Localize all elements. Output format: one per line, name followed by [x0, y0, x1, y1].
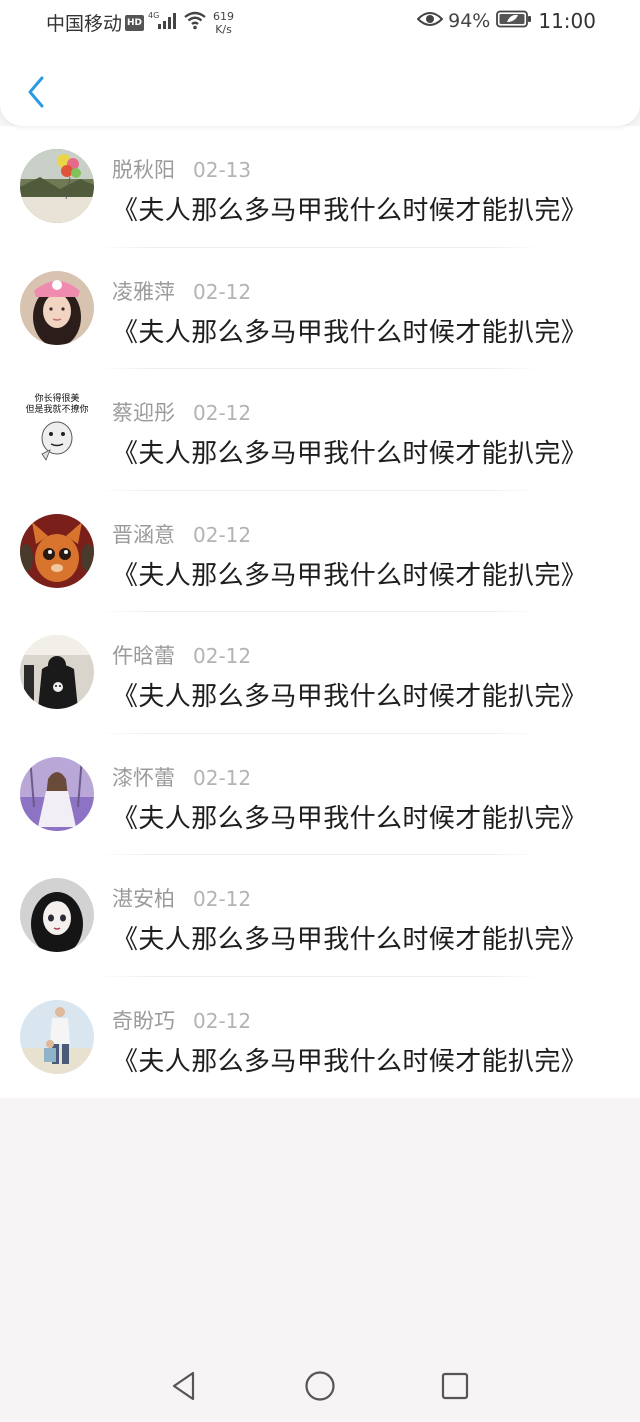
- hd-icon: HD: [125, 14, 145, 31]
- back-triangle-icon: [172, 1371, 195, 1401]
- avatar-caption-line-1: 你长得很美: [34, 392, 79, 404]
- username[interactable]: 凌雅萍: [112, 276, 175, 306]
- speed-unit: K/s: [215, 22, 232, 36]
- avatar[interactable]: [20, 149, 94, 223]
- avatar-caption-line-2: 但是我就不撩你: [25, 403, 88, 415]
- list-item[interactable]: 湛安柏 02-12 《夫人那么多马甲我什么时候才能扒完》: [0, 855, 640, 977]
- system-nav-bar: [0, 1350, 640, 1422]
- avatar[interactable]: [20, 756, 94, 831]
- clock: 11:00: [538, 9, 596, 33]
- battery-percent: 94%: [448, 10, 491, 32]
- nav-home-button[interactable]: [302, 1368, 338, 1404]
- comment-date: 02-13: [193, 158, 252, 182]
- list-item[interactable]: 脱秋阳 02-13 《夫人那么多马甲我什么时候才能扒完》: [0, 126, 640, 248]
- comment-date: 02-12: [193, 522, 252, 547]
- app-header: [0, 44, 640, 126]
- comment-date: 02-12: [193, 887, 252, 911]
- comment-date: 02-12: [193, 279, 252, 304]
- avatar[interactable]: [20, 270, 94, 345]
- comment-list: 脱秋阳 02-13 《夫人那么多马甲我什么时候才能扒完》 凌雅萍 02-12 《…: [0, 126, 640, 1098]
- comment-text[interactable]: 《夫人那么多马甲我什么时候才能扒完》: [112, 190, 587, 227]
- comment-text[interactable]: 《夫人那么多马甲我什么时候才能扒完》: [112, 798, 587, 835]
- chevron-left-icon: [28, 76, 44, 108]
- signal-icon: 4G: [148, 10, 178, 35]
- comment-date: 02-12: [193, 401, 252, 425]
- nav-recents-button[interactable]: [437, 1368, 473, 1404]
- nav-back-button[interactable]: [166, 1368, 202, 1404]
- comment-text[interactable]: 《夫人那么多马甲我什么时候才能扒完》: [112, 1041, 587, 1078]
- status-bar: 中国移动 HD 4G 619 K/s 94% 11:00: [0, 0, 640, 44]
- comment-text[interactable]: 《夫人那么多马甲我什么时候才能扒完》: [112, 555, 587, 592]
- battery-icon: [496, 10, 532, 33]
- home-circle-icon: [305, 1371, 335, 1401]
- list-item[interactable]: 凌雅萍 02-12 《夫人那么多马甲我什么时候才能扒完》: [0, 248, 640, 369]
- comment-meta: 湛安柏 02-12: [112, 883, 251, 913]
- list-item[interactable]: 漆怀蕾 02-12 《夫人那么多马甲我什么时候才能扒完》: [0, 734, 640, 855]
- list-item[interactable]: 奇盼巧 02-12 《夫人那么多马甲我什么时候才能扒完》: [0, 977, 640, 1099]
- network-speed: 619 K/s: [213, 10, 234, 36]
- status-left: 中国移动 HD 4G 619 K/s: [46, 9, 234, 36]
- comment-text[interactable]: 《夫人那么多马甲我什么时候才能扒完》: [112, 919, 587, 956]
- comment-date: 02-12: [193, 644, 252, 668]
- wifi-icon: [183, 10, 207, 35]
- avatar[interactable]: [20, 513, 94, 588]
- recents-square-icon: [441, 1372, 469, 1400]
- username[interactable]: 奇盼巧: [112, 1005, 175, 1035]
- list-item[interactable]: 你长得很美 但是我就不撩你 蔡迎彤 02-12 《夫人那么多马甲我什么时候才能扒…: [0, 369, 640, 491]
- eye-icon: [416, 10, 444, 33]
- comment-meta: 奇盼巧 02-12: [112, 1005, 251, 1035]
- avatar[interactable]: [20, 878, 94, 952]
- network-type: 4G: [148, 11, 159, 20]
- comment-meta: 仵晗蕾 02-12: [112, 640, 251, 670]
- username[interactable]: 漆怀蕾: [112, 762, 175, 792]
- speed-value: 619: [213, 9, 235, 23]
- username[interactable]: 仵晗蕾: [112, 640, 175, 670]
- back-button[interactable]: [18, 70, 54, 114]
- list-item[interactable]: 仵晗蕾 02-12 《夫人那么多马甲我什么时候才能扒完》: [0, 612, 640, 734]
- status-right: 94% 11:00: [416, 9, 596, 33]
- avatar[interactable]: 你长得很美 但是我就不撩你: [20, 392, 94, 466]
- comment-meta: 脱秋阳 02-13: [112, 154, 251, 184]
- comment-text[interactable]: 《夫人那么多马甲我什么时候才能扒完》: [112, 433, 587, 470]
- username[interactable]: 晋涵意: [112, 519, 175, 549]
- carrier-name: 中国移动: [46, 13, 123, 35]
- comment-text[interactable]: 《夫人那么多马甲我什么时候才能扒完》: [112, 312, 587, 349]
- avatar[interactable]: [20, 635, 94, 709]
- comment-text[interactable]: 《夫人那么多马甲我什么时候才能扒完》: [112, 676, 587, 713]
- username[interactable]: 湛安柏: [112, 883, 175, 913]
- list-item[interactable]: 晋涵意 02-12 《夫人那么多马甲我什么时候才能扒完》: [0, 491, 640, 612]
- comment-meta: 漆怀蕾 02-12: [112, 762, 251, 792]
- username[interactable]: 脱秋阳: [112, 154, 175, 184]
- username[interactable]: 蔡迎彤: [112, 397, 175, 427]
- comment-meta: 凌雅萍 02-12: [112, 276, 251, 306]
- comment-date: 02-12: [193, 765, 252, 790]
- comment-meta: 蔡迎彤 02-12: [112, 397, 251, 427]
- avatar[interactable]: [20, 999, 94, 1074]
- comment-meta: 晋涵意 02-12: [112, 519, 251, 549]
- comment-date: 02-12: [193, 1008, 252, 1033]
